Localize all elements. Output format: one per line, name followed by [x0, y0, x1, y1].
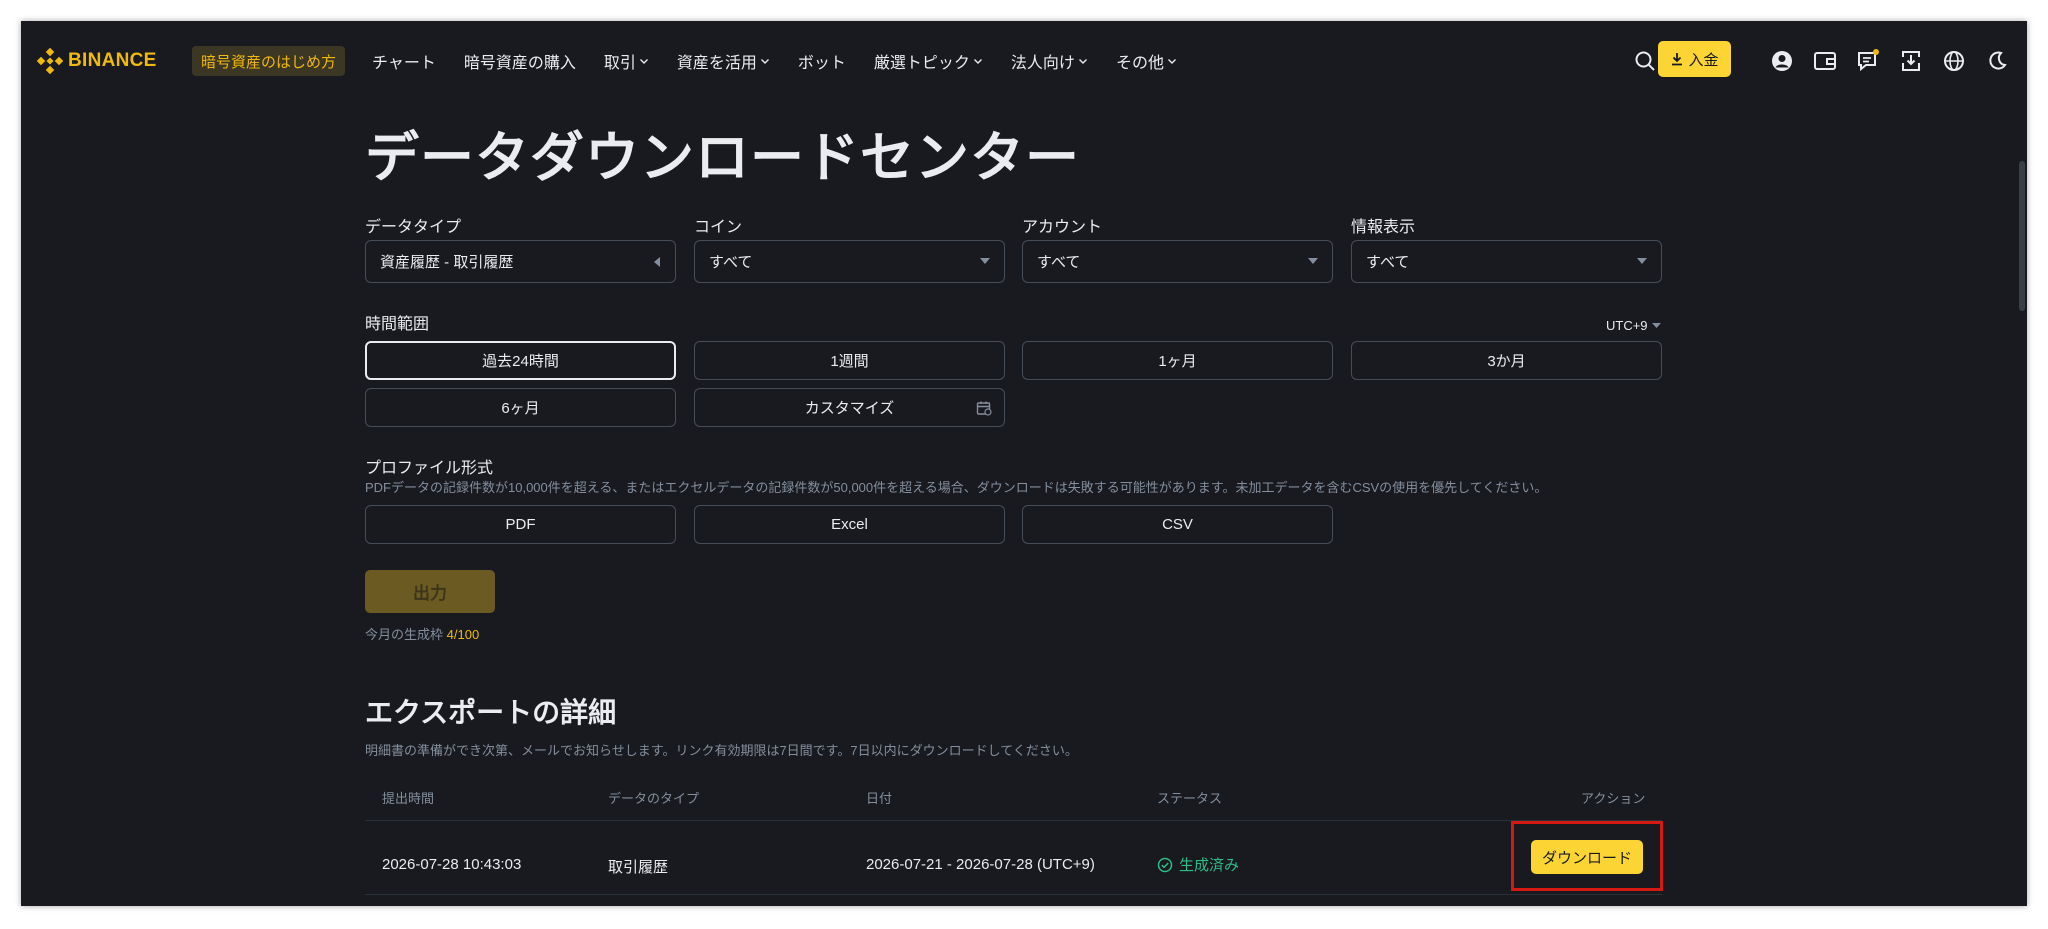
data-type-label: データタイプ [365, 219, 462, 236]
col-data-type: データのタイプ [608, 791, 700, 806]
page-title: データダウンロードセンター [365, 128, 1080, 188]
chevron-down-icon [973, 56, 983, 66]
quota-value: 4/100 [446, 627, 480, 642]
range-custom-button[interactable]: カスタマイズ [694, 388, 1005, 427]
download-button[interactable]: ダウンロード [1531, 840, 1643, 874]
binance-logo-icon [37, 48, 63, 74]
export-details-hint: 明細書の準備ができ次第、メールでお知らせします。リンク有効期限は7日間です。7日… [365, 743, 1078, 758]
row-data-type: 取引履歴 [608, 859, 669, 876]
binance-logo[interactable]: BINANCE [37, 48, 157, 74]
format-excel-button[interactable]: Excel [694, 505, 1005, 544]
profile-format-label: プロファイル形式 [365, 460, 494, 477]
format-csv-button[interactable]: CSV [1022, 505, 1333, 544]
range-6m-button[interactable]: 6ヶ月 [365, 388, 676, 427]
range-1w-button[interactable]: 1週間 [694, 341, 1005, 380]
export-details-title: エクスポートの詳細 [365, 697, 617, 728]
data-type-select[interactable]: 資産履歴 - 取引履歴 [365, 240, 676, 283]
caret-down-icon [1651, 322, 1661, 328]
download-icon[interactable] [1893, 43, 1929, 79]
theme-moon-icon[interactable] [1979, 43, 2015, 79]
monthly-quota: 今月の生成枠 4/100 [365, 627, 480, 642]
coin-label: コイン [694, 219, 743, 236]
nav-earn[interactable]: 資産を活用 [677, 49, 770, 73]
deposit-button[interactable]: 入金 [1658, 41, 1731, 77]
brand-name: BINANCE [68, 50, 157, 71]
check-circle-icon [1157, 857, 1173, 872]
wallet-icon[interactable] [1807, 43, 1843, 79]
nav-chart[interactable]: チャート [372, 49, 436, 73]
messages-icon[interactable] [1850, 43, 1886, 79]
row-submitted: 2026-07-28 10:43:03 [382, 856, 522, 873]
info-display-select[interactable]: すべて [1351, 240, 1662, 283]
nav-more[interactable]: その他 [1116, 49, 1177, 73]
range-1m-button[interactable]: 1ヶ月 [1022, 341, 1333, 380]
account-select[interactable]: すべて [1022, 240, 1333, 283]
crypto-guide-link[interactable]: 暗号資産のはじめ方 [192, 46, 346, 76]
nav-buy-crypto[interactable]: 暗号資産の購入 [464, 49, 576, 73]
chevron-down-icon [639, 56, 649, 66]
nav-bots[interactable]: ボット [798, 49, 846, 73]
download-arrow-icon [1672, 53, 1683, 66]
chevron-down-icon [1167, 56, 1177, 66]
chevron-down-icon [1078, 56, 1088, 66]
page-scrollbar[interactable] [2019, 161, 2025, 311]
caret-down-icon [980, 258, 990, 264]
main-nav: チャート 暗号資産の購入 取引 資産を活用 ボット 厳選トピック 法人向け その… [372, 49, 1205, 73]
caret-left-icon [654, 256, 660, 267]
chevron-down-icon [760, 56, 770, 66]
row-date: 2026-07-21 - 2026-07-28 (UTC+9) [866, 856, 1095, 873]
range-24h-button[interactable]: 過去24時間 [365, 341, 676, 380]
profile-format-hint: PDFデータの記録件数が10,000件を超える、またはエクセルデータの記録件数が… [365, 480, 1548, 495]
app-window: BINANCE 暗号資産のはじめ方 チャート 暗号資産の購入 取引 資産を活用 … [21, 21, 2027, 906]
timezone-select[interactable]: UTC+9 [1606, 318, 1661, 333]
range-3m-button[interactable]: 3か月 [1351, 341, 1662, 380]
info-display-label: 情報表示 [1351, 219, 1416, 236]
nav-institutional[interactable]: 法人向け [1011, 49, 1088, 73]
account-label: アカウント [1022, 219, 1103, 236]
table-divider [365, 820, 1662, 821]
col-action: アクション [1581, 791, 1646, 806]
caret-down-icon [1308, 258, 1318, 264]
nav-topics[interactable]: 厳選トピック [874, 49, 983, 73]
format-pdf-button[interactable]: PDF [365, 505, 676, 544]
top-header: BINANCE 暗号資産のはじめ方 チャート 暗号資産の購入 取引 資産を活用 … [21, 21, 2027, 99]
time-range-label: 時間範囲 [365, 316, 430, 333]
calendar-icon [976, 401, 992, 416]
table-divider [365, 894, 1662, 895]
nav-trade[interactable]: 取引 [604, 49, 649, 73]
status-badge: 生成済み [1157, 854, 1239, 875]
caret-down-icon [1637, 258, 1647, 264]
globe-icon[interactable] [1936, 43, 1972, 79]
col-status: ステータス [1157, 791, 1223, 806]
col-date: 日付 [866, 791, 893, 806]
coin-select[interactable]: すべて [694, 240, 1005, 283]
account-icon[interactable] [1764, 43, 1800, 79]
col-submitted: 提出時間 [382, 791, 435, 806]
output-button[interactable]: 出力 [365, 570, 495, 613]
